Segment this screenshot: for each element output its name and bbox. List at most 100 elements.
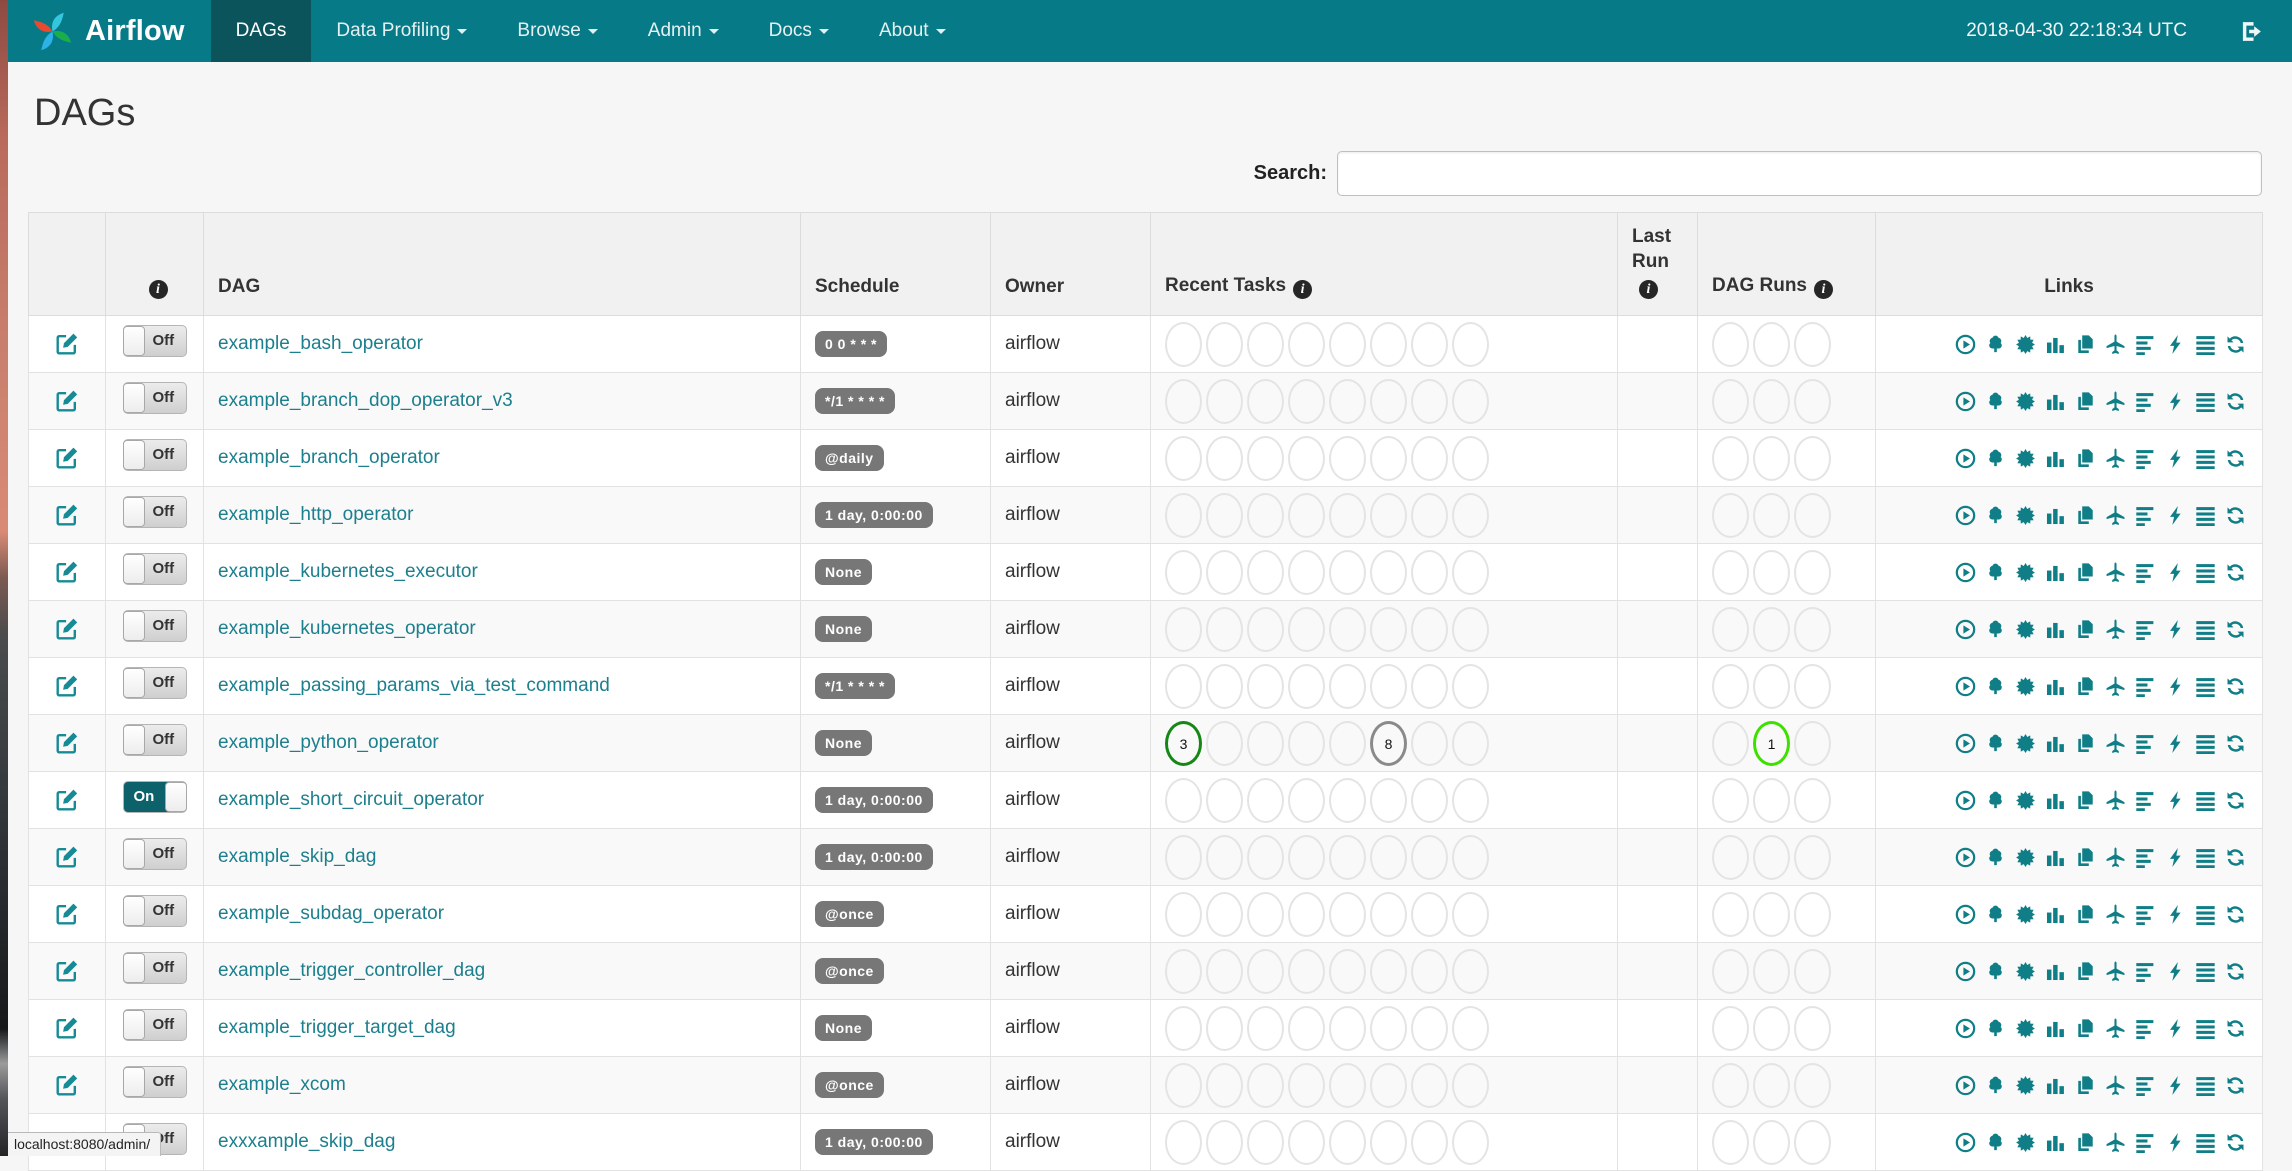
dag-run-circle[interactable] (1712, 720, 1749, 766)
dag-run-circle[interactable] (1753, 891, 1790, 937)
recent-task-circle[interactable] (1329, 1062, 1366, 1108)
graph-view-icon[interactable] (2015, 733, 2036, 754)
recent-task-circle[interactable] (1370, 492, 1407, 538)
recent-task-circle[interactable] (1370, 948, 1407, 994)
recent-task-circle[interactable] (1452, 606, 1489, 652)
tree-view-icon[interactable] (1985, 448, 2006, 469)
gantt-icon[interactable] (2135, 904, 2156, 925)
edit-dag-button[interactable] (55, 1074, 79, 1096)
recent-task-circle[interactable] (1411, 834, 1448, 880)
recent-task-circle[interactable] (1288, 891, 1325, 937)
refresh-icon[interactable] (2225, 562, 2246, 583)
task-duration-icon[interactable] (2045, 505, 2066, 526)
dag-pause-toggle[interactable]: Off (122, 724, 187, 757)
task-duration-icon[interactable] (2045, 448, 2066, 469)
trigger-dag-icon[interactable] (1955, 391, 1976, 412)
recent-task-circle[interactable] (1288, 378, 1325, 424)
graph-view-icon[interactable] (2015, 1018, 2036, 1039)
recent-task-circle[interactable] (1206, 1062, 1243, 1108)
task-duration-icon[interactable] (2045, 847, 2066, 868)
schedule-badge[interactable]: */1 * * * * (815, 388, 895, 415)
refresh-icon[interactable] (2225, 505, 2246, 526)
dag-run-circle[interactable] (1794, 378, 1831, 424)
graph-view-icon[interactable] (2015, 676, 2036, 697)
recent-task-circle[interactable] (1206, 435, 1243, 481)
tree-view-icon[interactable] (1985, 961, 2006, 982)
task-tries-icon[interactable] (2075, 847, 2096, 868)
code-icon[interactable] (2165, 961, 2186, 982)
recent-task-circle[interactable] (1329, 1119, 1366, 1165)
recent-task-circle[interactable]: 8 (1370, 720, 1407, 766)
edit-dag-button[interactable] (55, 789, 79, 811)
trigger-dag-icon[interactable] (1955, 1018, 1976, 1039)
recent-task-circle[interactable] (1452, 834, 1489, 880)
refresh-icon[interactable] (2225, 904, 2246, 925)
dag-run-circle[interactable] (1712, 891, 1749, 937)
task-duration-icon[interactable] (2045, 733, 2066, 754)
landing-times-icon[interactable] (2105, 1018, 2126, 1039)
dag-run-circle[interactable] (1712, 378, 1749, 424)
gantt-icon[interactable] (2135, 1075, 2156, 1096)
recent-task-circle[interactable] (1411, 606, 1448, 652)
tree-view-icon[interactable] (1985, 391, 2006, 412)
recent-task-circle[interactable] (1329, 948, 1366, 994)
task-tries-icon[interactable] (2075, 904, 2096, 925)
tree-view-icon[interactable] (1985, 676, 2006, 697)
schedule-badge[interactable]: 1 day, 0:00:00 (815, 1129, 933, 1156)
landing-times-icon[interactable] (2105, 619, 2126, 640)
code-icon[interactable] (2165, 619, 2186, 640)
dag-pause-toggle[interactable]: Off (122, 1009, 187, 1042)
recent-task-circle[interactable] (1370, 663, 1407, 709)
recent-task-circle[interactable] (1452, 1062, 1489, 1108)
landing-times-icon[interactable] (2105, 790, 2126, 811)
dag-run-circle[interactable] (1794, 1005, 1831, 1051)
dag-pause-toggle[interactable]: Off (122, 496, 187, 529)
graph-view-icon[interactable] (2015, 847, 2036, 868)
schedule-badge[interactable]: 1 day, 0:00:00 (815, 787, 933, 814)
recent-task-circle[interactable] (1206, 777, 1243, 823)
dag-run-circle[interactable] (1712, 606, 1749, 652)
task-tries-icon[interactable] (2075, 676, 2096, 697)
recent-task-circle[interactable] (1288, 1005, 1325, 1051)
schedule-badge[interactable]: @daily (815, 445, 884, 472)
recent-task-circle[interactable] (1288, 663, 1325, 709)
nav-item-dags[interactable]: DAGs (210, 0, 312, 62)
recent-task-circle[interactable] (1247, 378, 1284, 424)
recent-task-circle[interactable] (1288, 549, 1325, 595)
dag-run-circle[interactable] (1712, 777, 1749, 823)
recent-task-circle[interactable] (1288, 948, 1325, 994)
nav-item-data-profiling[interactable]: Data Profiling (311, 0, 492, 62)
recent-task-circle[interactable] (1288, 606, 1325, 652)
task-tries-icon[interactable] (2075, 448, 2096, 469)
dag-pause-toggle[interactable]: Off (122, 1066, 187, 1099)
trigger-dag-icon[interactable] (1955, 619, 1976, 640)
dag-run-circle[interactable] (1794, 435, 1831, 481)
recent-task-circle[interactable] (1247, 606, 1284, 652)
recent-task-circle[interactable] (1247, 549, 1284, 595)
refresh-icon[interactable] (2225, 790, 2246, 811)
recent-task-circle[interactable] (1247, 1119, 1284, 1165)
graph-view-icon[interactable] (2015, 790, 2036, 811)
trigger-dag-icon[interactable] (1955, 562, 1976, 583)
recent-task-circle[interactable] (1206, 549, 1243, 595)
recent-task-circle[interactable] (1165, 948, 1202, 994)
gantt-icon[interactable] (2135, 562, 2156, 583)
schedule-badge[interactable]: @once (815, 1072, 884, 1099)
dag-run-circle[interactable] (1753, 321, 1790, 367)
dag-run-circle[interactable] (1794, 1062, 1831, 1108)
logs-icon[interactable] (2195, 1132, 2216, 1153)
logs-icon[interactable] (2195, 676, 2216, 697)
dag-run-circle[interactable] (1794, 834, 1831, 880)
edit-dag-button[interactable] (55, 960, 79, 982)
landing-times-icon[interactable] (2105, 562, 2126, 583)
task-duration-icon[interactable] (2045, 619, 2066, 640)
recent-task-circle[interactable] (1206, 1005, 1243, 1051)
gantt-icon[interactable] (2135, 391, 2156, 412)
recent-task-circle[interactable] (1411, 1119, 1448, 1165)
recent-task-circle[interactable] (1452, 1005, 1489, 1051)
task-tries-icon[interactable] (2075, 961, 2096, 982)
landing-times-icon[interactable] (2105, 505, 2126, 526)
logs-icon[interactable] (2195, 1018, 2216, 1039)
task-duration-icon[interactable] (2045, 1132, 2066, 1153)
dag-name-link[interactable]: example_kubernetes_operator (218, 618, 476, 639)
